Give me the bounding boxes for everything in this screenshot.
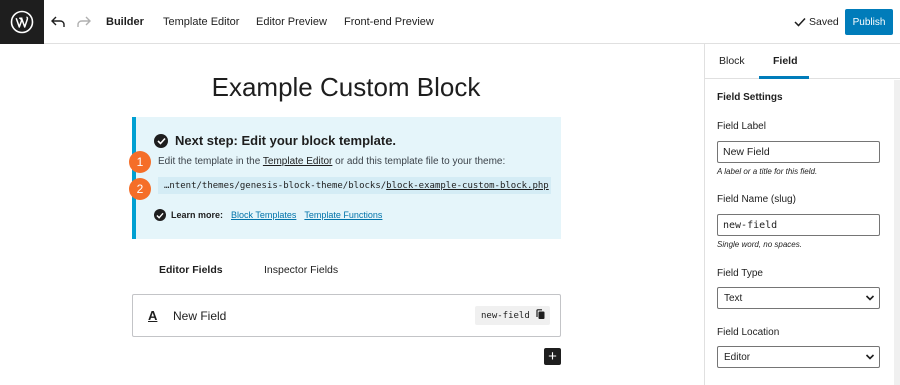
field-row-label: New Field bbox=[173, 309, 227, 323]
step-badge-2: 2 bbox=[129, 178, 151, 200]
wordpress-logo-icon[interactable] bbox=[0, 0, 44, 44]
field-slug: new-field bbox=[475, 306, 550, 325]
tab-field[interactable]: Field bbox=[773, 44, 798, 79]
copy-icon[interactable] bbox=[536, 308, 546, 323]
step-badge-1: 1 bbox=[129, 151, 151, 173]
check-circle-icon bbox=[154, 209, 166, 221]
field-type-select[interactable]: Text bbox=[717, 287, 880, 309]
field-label-title: Field Label bbox=[717, 121, 766, 132]
field-name-input[interactable]: new-field bbox=[717, 214, 880, 236]
text-field-icon: A bbox=[148, 308, 158, 323]
field-slug-text: new-field bbox=[481, 310, 530, 321]
field-label-help: A label or a title for this field. bbox=[717, 167, 818, 176]
block-templates-link[interactable]: Block Templates bbox=[231, 210, 296, 220]
learn-more: Learn more: Block Templates Template Fun… bbox=[154, 209, 382, 221]
saved-status: Saved bbox=[794, 0, 839, 44]
undo-icon[interactable] bbox=[48, 12, 68, 32]
tab-inspector-fields[interactable]: Inspector Fields bbox=[264, 264, 338, 276]
next-step-notice: Next step: Edit your block template. Edi… bbox=[132, 117, 561, 239]
learn-more-label: Learn more: bbox=[171, 210, 224, 220]
sidebar-tabs: Block Field bbox=[705, 44, 900, 79]
active-tab-indicator bbox=[759, 76, 809, 79]
add-field-button[interactable]: + bbox=[544, 348, 561, 365]
notice-heading-text: Next step: Edit your block template. bbox=[175, 133, 397, 148]
nav-frontend-preview[interactable]: Front-end Preview bbox=[344, 0, 434, 44]
template-path-file: block-example-custom-block.php bbox=[386, 180, 549, 191]
block-title: Example Custom Block bbox=[211, 72, 481, 102]
check-icon bbox=[794, 17, 806, 27]
top-toolbar: Builder Template Editor Editor Preview F… bbox=[0, 0, 900, 44]
notice-instructions-prefix: Edit the template in the bbox=[158, 156, 261, 167]
field-settings-heading: Field Settings bbox=[717, 92, 783, 103]
chevron-down-icon bbox=[865, 354, 875, 360]
template-path-prefix: …ntent/themes/genesis-block-theme/blocks… bbox=[164, 180, 387, 191]
redo-icon[interactable] bbox=[74, 12, 94, 32]
field-location-title: Field Location bbox=[717, 327, 780, 338]
notice-instructions: Edit the template in the Template Editor… bbox=[158, 156, 505, 167]
field-location-select[interactable]: Editor bbox=[717, 346, 880, 368]
tab-block[interactable]: Block bbox=[719, 44, 745, 79]
notice-heading: Next step: Edit your block template. bbox=[154, 133, 396, 148]
sidebar-scrollbar[interactable] bbox=[894, 80, 900, 385]
template-path: …ntent/themes/genesis-block-theme/blocks… bbox=[158, 177, 551, 194]
field-location-value: Editor bbox=[724, 351, 751, 363]
tab-editor-fields[interactable]: Editor Fields bbox=[159, 264, 223, 276]
check-circle-icon bbox=[154, 133, 168, 148]
nav-builder[interactable]: Builder bbox=[106, 0, 144, 44]
field-name-title: Field Name (slug) bbox=[717, 194, 796, 205]
publish-button[interactable]: Publish bbox=[845, 9, 893, 35]
field-type-value: Text bbox=[724, 292, 743, 304]
field-row[interactable]: A New Field new-field bbox=[132, 294, 561, 337]
template-editor-link[interactable]: Template Editor bbox=[263, 156, 332, 167]
settings-sidebar: Block Field Field Settings Field Label N… bbox=[704, 44, 900, 385]
saved-label: Saved bbox=[809, 16, 839, 28]
template-functions-link[interactable]: Template Functions bbox=[304, 210, 382, 220]
notice-instructions-suffix: or add this template file to your theme: bbox=[335, 156, 506, 167]
nav-template-editor[interactable]: Template Editor bbox=[163, 0, 239, 44]
field-label-input[interactable]: New Field bbox=[717, 141, 880, 163]
chevron-down-icon bbox=[865, 295, 875, 301]
field-name-help: Single word, no spaces. bbox=[717, 240, 802, 249]
nav-editor-preview[interactable]: Editor Preview bbox=[256, 0, 327, 44]
field-type-title: Field Type bbox=[717, 268, 763, 279]
